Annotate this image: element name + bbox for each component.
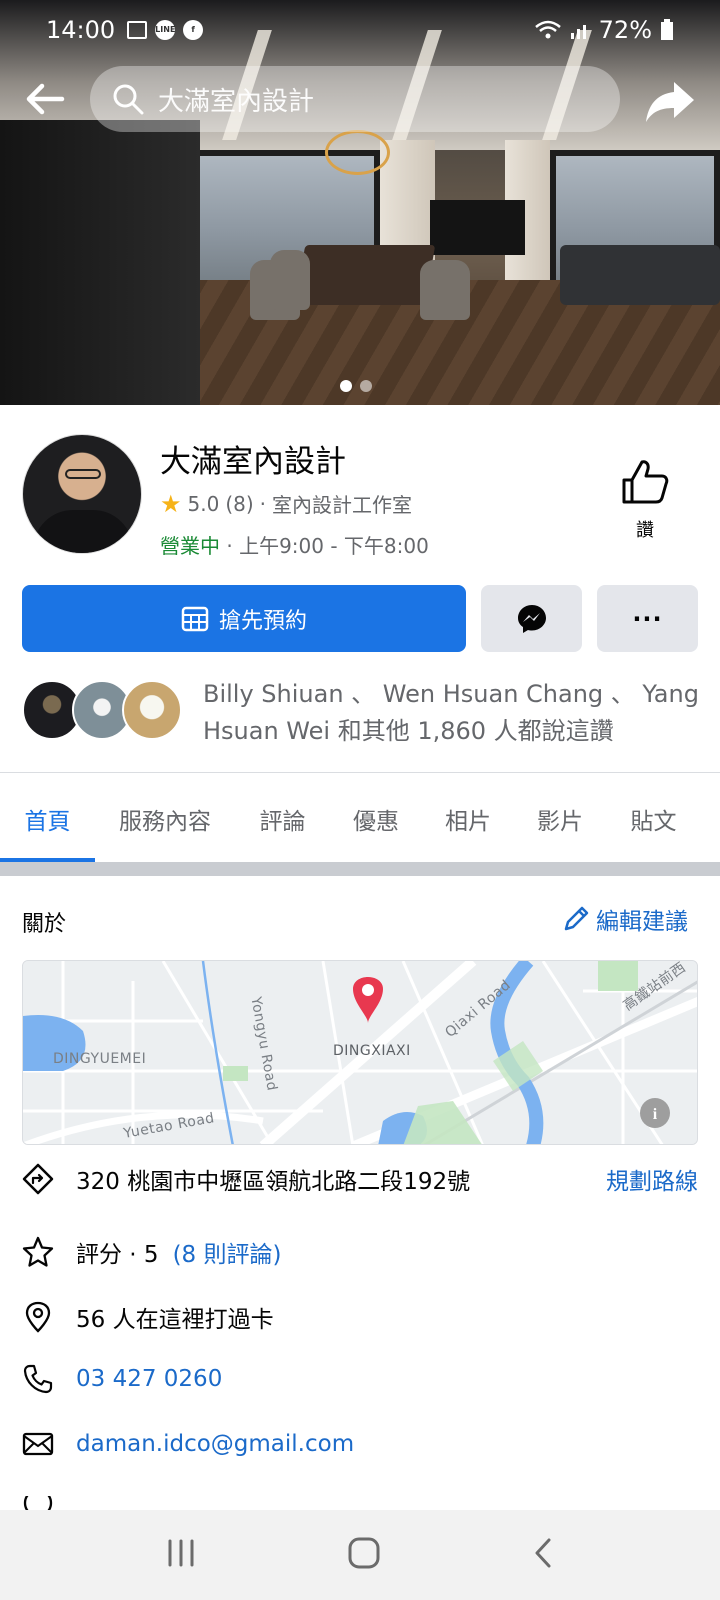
tab-offers[interactable]: 優惠 [330,776,422,862]
carousel-dots [340,380,372,392]
separator: · [259,491,267,516]
messenger-button[interactable] [481,585,582,652]
page-category: 室內設計工作室 [272,493,413,517]
directions-link[interactable]: 規劃路線 [606,1162,698,1196]
rating-row[interactable]: 評分 · 5 (8 則評論) [22,1235,698,1269]
directions-icon [22,1163,54,1195]
back-button[interactable] [22,76,68,122]
recent-apps-icon [168,1539,194,1567]
rating-value: 5.0 [187,491,220,516]
book-now-label: 搶先預約 [218,608,307,634]
thumbs-up-icon [622,460,669,504]
friend-avatar [122,680,182,740]
home-button[interactable] [347,1536,381,1574]
signal-icon [570,25,586,39]
tab-photos[interactable]: 相片 [422,776,514,862]
avatar-glasses [65,469,101,479]
page-avatar[interactable] [22,434,142,554]
suggest-edit-label: 編輯建議 [596,909,688,935]
suggest-edit-link[interactable]: 編輯建議 [562,902,688,936]
separator: · [226,534,233,558]
phone-row[interactable]: 03 427 0260 [22,1363,698,1395]
hours-range: 上午9:00 - 下午8:00 [239,534,429,558]
search-bar[interactable]: 大滿室內設計 [90,66,620,132]
page-title: 大滿室內設計 [160,444,346,480]
battery-percent: 72% [598,16,652,44]
cover-chandelier [325,130,390,175]
messenger-icon [517,604,546,633]
calendar-icon [181,606,209,631]
envelope-icon [22,1428,54,1460]
tab-services[interactable]: 服務內容 [95,776,235,862]
about-heading: 關於 [22,912,67,937]
pencil-icon [564,906,589,931]
gallery-icon [127,21,148,39]
arrow-left-icon [26,83,65,115]
cover-chair [270,250,310,310]
svg-text:i: i [653,1106,658,1123]
tab-posts[interactable]: 貼文 [606,776,701,862]
phone-number[interactable]: 03 427 0260 [76,1366,222,1392]
rating-count: (8) [225,491,254,516]
status-right: 72% [534,16,674,44]
system-nav-bar [0,1510,720,1600]
recent-apps-button[interactable] [165,1538,197,1572]
battery-icon [661,19,673,40]
system-back-button[interactable] [531,1536,555,1574]
share-button[interactable] [644,74,696,126]
book-now-button[interactable]: 搶先預約 [22,585,466,652]
friends-like-text[interactable]: Billy Shiuan 、 Wen Hsuan Chang 、 Yang Hs… [203,676,703,750]
open-status: 營業中 [160,534,220,558]
share-icon [646,82,694,122]
reviews-link[interactable]: (8 則評論) [173,1235,282,1269]
tab-videos[interactable]: 影片 [514,776,606,862]
map-label-left: DINGYUEMEI [53,1051,147,1067]
line-app-icon: LINE [155,20,175,40]
clock-icon [22,1496,54,1510]
wifi-icon [534,20,561,39]
location-map[interactable]: i DINGXIAXI DINGYUEMEI Yongyu Road Qiaxi… [22,960,698,1145]
address-row[interactable]: 320 桃園市中壢區領航北路二段192號 規劃路線 [22,1162,698,1196]
rating-summary[interactable]: ★ 5.0 (8) · 室內設計工作室 [160,489,412,518]
divider [0,772,720,773]
home-icon [348,1537,380,1569]
star-outline-icon [22,1236,54,1268]
phone-icon [22,1363,54,1395]
status-bar: 14:00 LINE f 72% [0,0,720,60]
next-row-partial [22,1496,698,1510]
search-query: 大滿室內設計 [158,86,315,117]
checkins-text: 56 人在這裡打過卡 [76,1307,274,1333]
cover-tv [430,200,525,255]
business-hours[interactable]: 營業中 · 上午9:00 - 下午8:00 [160,530,429,559]
cover-photo[interactable] [0,0,720,405]
carousel-dot[interactable] [360,380,372,392]
status-time: 14:00 [46,16,116,44]
more-options-button[interactable]: ··· [597,585,698,652]
tab-home[interactable]: 首頁 [0,776,95,862]
email-address[interactable]: daman.idco@gmail.com [76,1431,354,1457]
chevron-left-icon [535,1538,551,1568]
star-icon: ★ [160,489,182,518]
like-label: 讚 [636,520,654,541]
address-text: 320 桃園市中壢區領航北路二段192號 [76,1169,471,1195]
facebook-icon: f [183,20,204,40]
status-notification-icons: LINE f [127,20,204,40]
rating-text: 評分 · 5 [76,1242,159,1268]
friends-avatars[interactable] [22,680,182,744]
location-pin-icon [22,1301,54,1333]
cover-staircase [0,120,200,405]
like-button[interactable]: 讚 [610,458,680,542]
avatar-shirt [33,510,133,553]
cover-table [294,245,436,305]
tab-reviews[interactable]: 評論 [235,776,330,862]
page-tabs: 首頁 服務內容 評論 優惠 相片 影片 貼文 [0,776,720,862]
email-row[interactable]: daman.idco@gmail.com [22,1428,698,1460]
checkins-row: 56 人在這裡打過卡 [22,1300,698,1334]
carousel-dot-active[interactable] [340,380,352,392]
search-icon [113,84,144,115]
cover-chair [420,260,470,320]
cover-sofa [560,245,720,305]
section-separator [0,862,720,876]
map-label-center: DINGXIAXI [333,1043,411,1059]
